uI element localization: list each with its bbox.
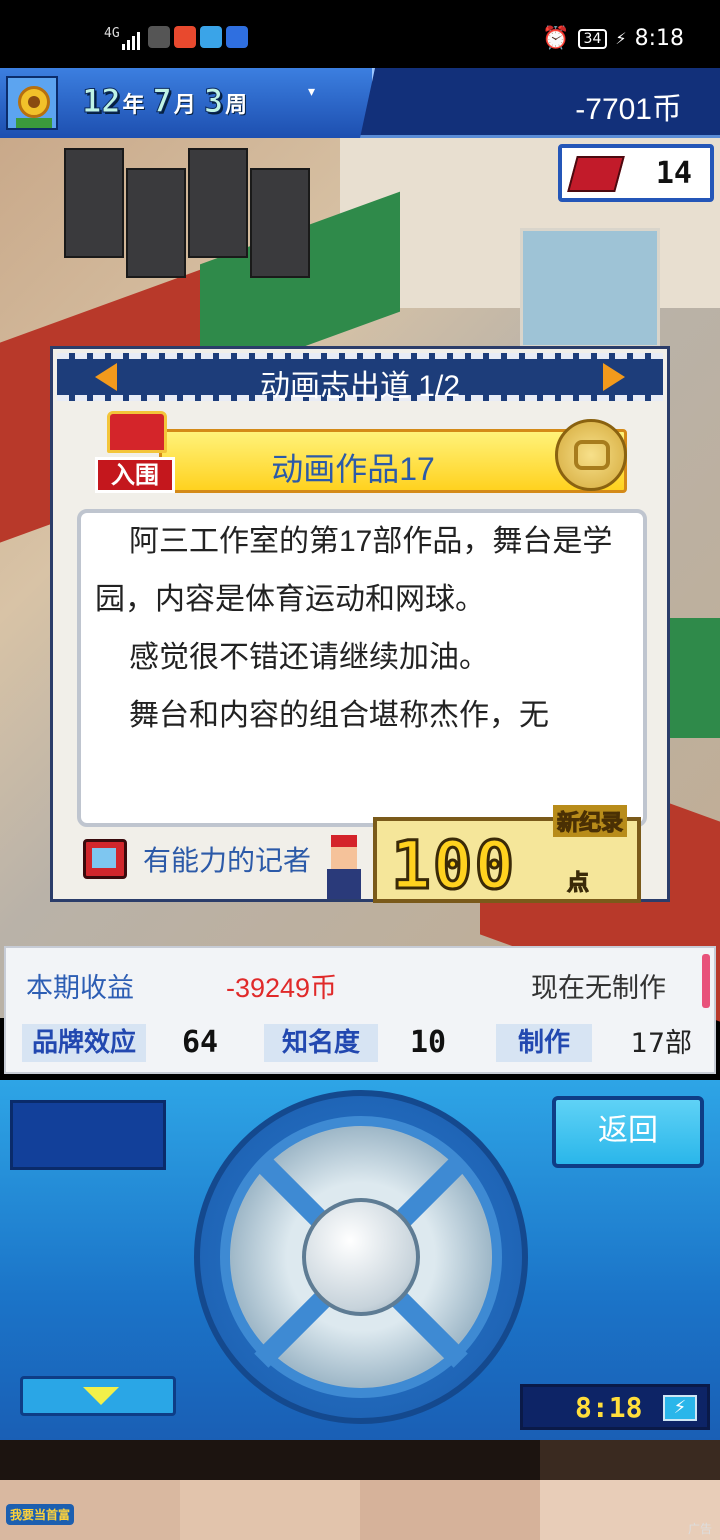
- dialog-header: 动画志出道 1/2: [57, 353, 663, 403]
- review-paragraph: 舞台和内容的组合堪称杰作，无: [129, 699, 549, 732]
- week-unit: 周: [225, 93, 248, 118]
- signal-icon: [122, 32, 140, 50]
- production-status: 现在无制作: [531, 973, 666, 1003]
- works-value: 17部: [630, 1028, 692, 1059]
- clock-time: 8:18: [575, 1391, 643, 1424]
- brand-label: 品牌效应: [22, 1024, 146, 1062]
- ad-portrait: [180, 1440, 360, 1540]
- game-clock: 8:18 ⚡: [520, 1384, 710, 1430]
- server-rack: [64, 148, 124, 258]
- medal-icon: [555, 419, 627, 491]
- fame-label: 知名度: [264, 1024, 378, 1062]
- book-icon: [567, 156, 625, 192]
- date-money-bar: 12 年 7 月 3 周 ▾ -7701币: [0, 68, 720, 138]
- game-screen: 12 年 7 月 3 周 ▾ -7701币 14 动画志出道 1/2 动画作品1…: [0, 68, 720, 1440]
- next-page-arrow-icon[interactable]: [603, 363, 625, 391]
- fame-value: 10: [410, 1025, 447, 1060]
- ad-portrait: [360, 1440, 540, 1540]
- brand-row: 品牌效应 64 知名度 10 制作 17部: [22, 1024, 712, 1064]
- ad-logo: 我要当首富: [6, 1504, 75, 1525]
- week-value: 3: [203, 82, 224, 121]
- chevron-down-icon[interactable]: ▾: [308, 84, 315, 100]
- battery-charging-icon: ⚡: [663, 1395, 697, 1421]
- year-value: 12: [82, 82, 122, 121]
- ad-banner[interactable]: 我要当首富 广告: [0, 1440, 720, 1540]
- review-paragraph: 阿三工作室的第17部作品，舞台是学园，内容是体育运动和网球。: [95, 525, 613, 616]
- fan-count: 14: [655, 156, 692, 191]
- confirm-button[interactable]: [302, 1198, 420, 1316]
- works-label: 制作: [496, 1024, 592, 1062]
- nominated-tag: 入围: [95, 457, 175, 493]
- app-notification-icon: [148, 26, 170, 48]
- dpad-ring[interactable]: [220, 1116, 502, 1398]
- new-record-badge: 新纪录: [553, 805, 628, 837]
- money-display: -7701币: [575, 93, 682, 126]
- income-value: -39249币: [226, 973, 338, 1003]
- battery-indicator: 34: [577, 28, 608, 49]
- crown-icon: [107, 411, 167, 453]
- score-unit: 点: [566, 871, 590, 897]
- scrollbar[interactable]: [702, 954, 710, 1008]
- score-value: 100: [389, 826, 517, 906]
- game-controller: 返回 8:18 ⚡: [0, 1080, 720, 1440]
- charging-icon: ⚡: [615, 29, 627, 48]
- date-panel[interactable]: 12 年 7 月 3 周 ▾: [0, 68, 375, 138]
- dialog-title: 动画志出道 1/2: [259, 370, 461, 403]
- income-label: 本期收益: [26, 973, 134, 1003]
- ad-portrait: [0, 1440, 180, 1540]
- game-date: 12 年 7 月 3 周: [82, 82, 253, 121]
- crown-badge: 入围: [91, 407, 181, 499]
- income-row: 本期收益 -39249币 现在无制作: [26, 966, 706, 1006]
- alarm-icon: ⏰: [542, 26, 570, 51]
- magazine-review-dialog: 动画志出道 1/2 动画作品17 入围 阿三工作室的第17部作品，舞台是学园，内…: [50, 346, 670, 906]
- left-action-button[interactable]: [10, 1100, 166, 1170]
- brand-value: 64: [182, 1025, 219, 1060]
- app-notification-icon: [200, 26, 222, 48]
- review-paragraph: 感觉很不错还请继续加油。: [129, 641, 489, 674]
- status-time: 8:18: [634, 26, 684, 51]
- ad-label: 广告: [687, 1522, 712, 1536]
- sunflower-icon: [6, 76, 58, 130]
- scene-window: [520, 228, 660, 348]
- award-title: 动画作品17: [271, 451, 435, 487]
- month-unit: 月: [173, 93, 196, 118]
- directional-pad[interactable]: [194, 1090, 528, 1424]
- year-unit: 年: [122, 93, 145, 118]
- network-type: 4G: [104, 26, 120, 41]
- month-value: 7: [152, 82, 172, 121]
- tv-icon: [83, 839, 127, 879]
- reporter-avatar: [317, 835, 369, 901]
- review-text[interactable]: 阿三工作室的第17部作品，舞台是学园，内容是体育运动和网球。 感觉很不错还请继续…: [77, 509, 647, 827]
- reporter-name: 有能力的记者: [143, 845, 312, 876]
- fan-counter: 14: [558, 144, 714, 202]
- notification-icons: [148, 26, 248, 48]
- server-rack: [250, 168, 310, 278]
- triangle-down-icon: [83, 1387, 119, 1405]
- studio-stats-panel: 本期收益 -39249币 现在无制作 品牌效应 64 知名度 10 制作 17部: [4, 946, 716, 1074]
- app-notification-icon: [174, 26, 196, 48]
- app-notification-icon: [226, 26, 248, 48]
- reporter-row: 有能力的记者: [83, 839, 311, 879]
- scroll-down-button[interactable]: [20, 1376, 176, 1416]
- status-right: ⏰ 34 ⚡ 8:18: [542, 26, 684, 51]
- back-button[interactable]: 返回: [552, 1096, 704, 1168]
- server-rack: [126, 168, 186, 278]
- system-status-bar: 4G ⏰ 34 ⚡ 8:18: [0, 0, 720, 68]
- server-rack: [188, 148, 248, 258]
